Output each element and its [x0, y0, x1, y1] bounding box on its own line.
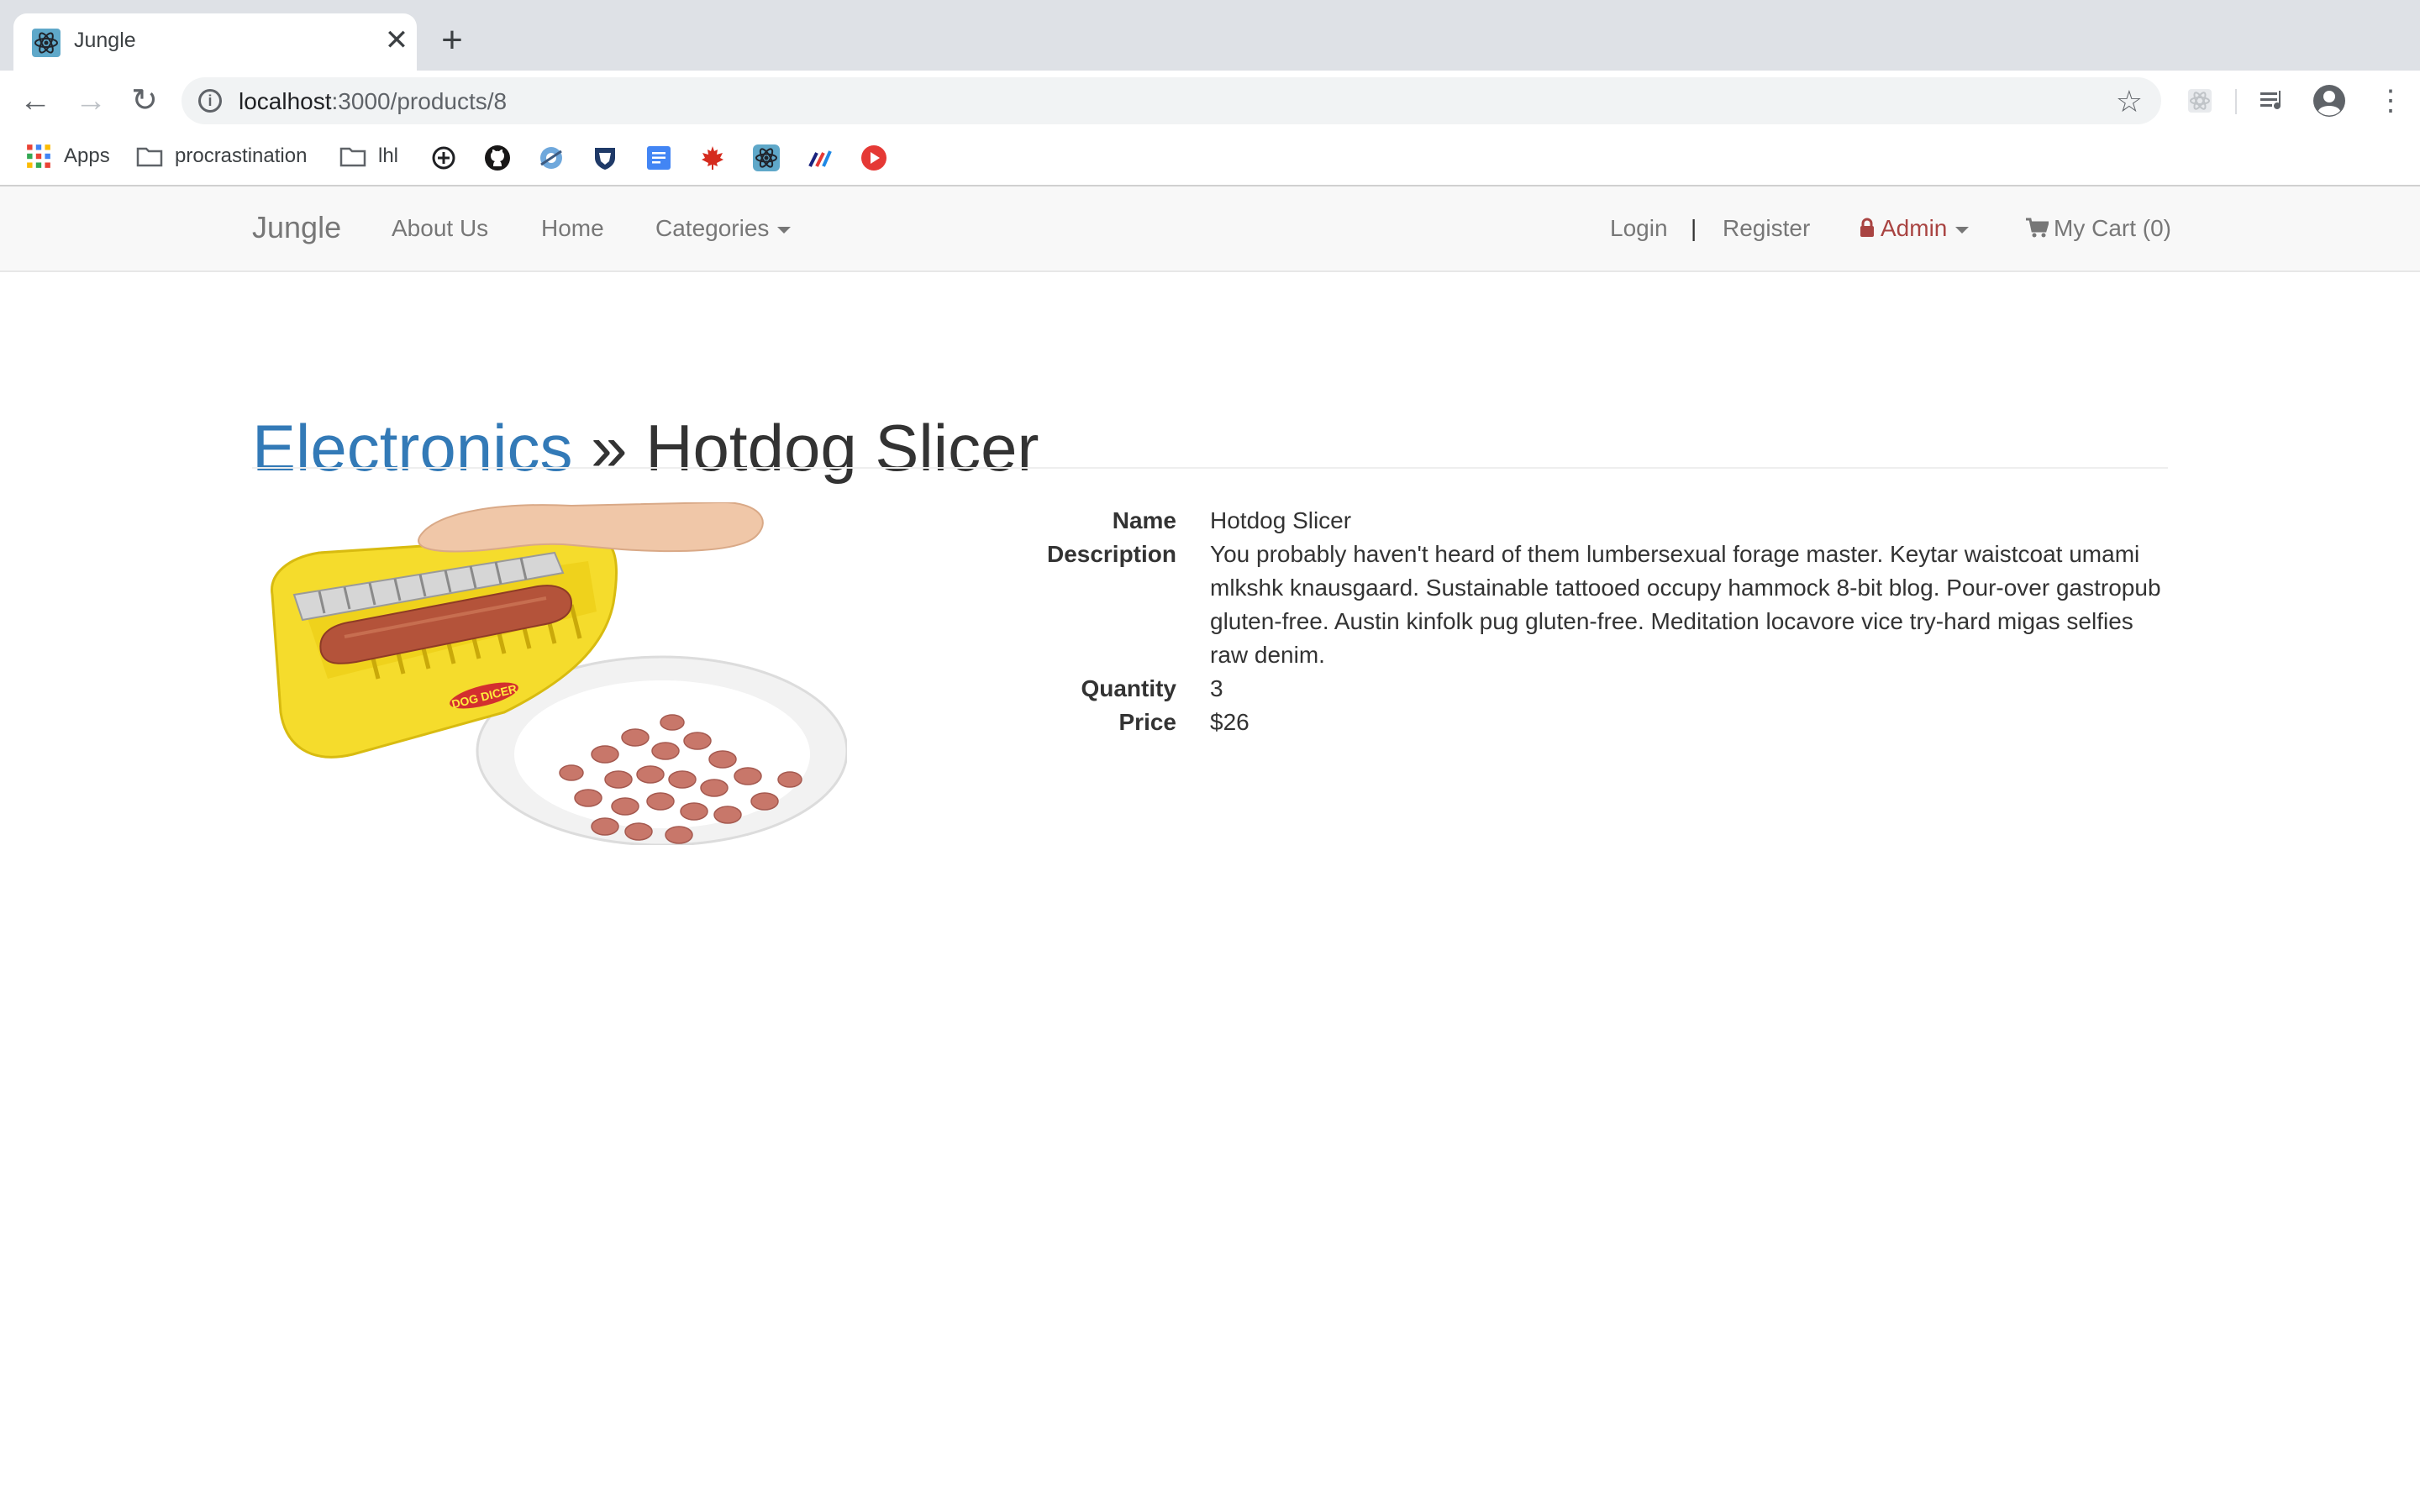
quantity-label: Quantity [1081, 675, 1176, 701]
new-tab-button[interactable]: + [434, 22, 471, 59]
nav-login[interactable]: Login [1610, 215, 1668, 242]
description-value: You probably haven't heard of them lumbe… [1210, 541, 2161, 668]
nav-categories-label: Categories [655, 215, 770, 241]
nav-about-us[interactable]: About Us [392, 215, 488, 242]
bookmark-label: procrastination [175, 144, 308, 167]
media-control-icon[interactable] [2259, 86, 2289, 116]
bookmarks-bar: Apps procrastination lhl [0, 131, 2420, 186]
nav-admin-dropdown[interactable]: Admin [1859, 215, 1970, 242]
maple-leaf-icon[interactable] [699, 144, 726, 171]
tab-strip: Jungle ✕ + [0, 0, 2420, 71]
product-title: Hotdog Slicer [645, 411, 1039, 486]
product-image: DOG DICER [252, 502, 847, 845]
folder-icon [339, 147, 366, 167]
profile-avatar-icon[interactable] [2312, 84, 2346, 118]
blue-gear-icon[interactable] [538, 144, 565, 171]
nav-register[interactable]: Register [1723, 215, 1810, 242]
nav-cart-label: My Cart (0) [2054, 215, 2171, 241]
tab-title: Jungle [74, 29, 136, 52]
detail-row-quantity: Quantity 3 [992, 672, 2168, 706]
react-icon[interactable] [753, 144, 780, 171]
browser-menu-icon[interactable]: ⋮ [2376, 82, 2405, 119]
red-play-icon[interactable] [860, 144, 887, 171]
nav-home[interactable]: Home [541, 215, 604, 242]
site-navbar: Jungle About Us Home Categories Login | … [0, 186, 2420, 272]
browser-toolbar: ← → ↻ i localhost:3000/products/8 ☆ ⋮ [0, 71, 2420, 131]
bookmark-star-icon[interactable]: ☆ [2116, 84, 2143, 119]
price-label: Price [1118, 709, 1177, 735]
bookmark-label: Apps [64, 144, 110, 167]
browser-tab-jungle[interactable]: Jungle ✕ [13, 13, 417, 71]
extension-icon[interactable] [2186, 87, 2213, 114]
brand-link[interactable]: Jungle [252, 210, 341, 245]
nav-my-cart[interactable]: My Cart (0) [2025, 215, 2171, 242]
page-title: Electronics » Hotdog Slicer [252, 410, 1039, 486]
nav-separator: | [1691, 215, 1697, 241]
address-bar[interactable]: i localhost:3000/products/8 ☆ [182, 77, 2161, 124]
detail-row-description: Description You probably haven't heard o… [992, 538, 2168, 672]
nav-categories-dropdown[interactable]: Categories [655, 215, 792, 242]
lock-icon [1860, 218, 1874, 237]
bookmark-folder-procrastination[interactable]: procrastination [136, 143, 307, 170]
apps-grid-icon [27, 144, 50, 168]
bookmark-folder-lhl[interactable]: lhl [339, 143, 398, 170]
reload-icon[interactable]: ↻ [126, 82, 163, 119]
name-label: Name [1112, 507, 1176, 533]
url-host: localhost [239, 88, 332, 114]
site-info-icon[interactable]: i [198, 89, 222, 113]
target-icon[interactable] [430, 144, 457, 171]
cart-icon [2026, 218, 2050, 238]
bookmark-label: lhl [378, 144, 399, 167]
forward-icon[interactable]: → [72, 82, 109, 119]
url-text[interactable]: localhost:3000/products/8 [239, 88, 507, 115]
react-favicon-icon [32, 29, 60, 57]
product-details: Name Hotdog Slicer Description You proba… [992, 504, 2168, 739]
folder-icon [136, 147, 163, 167]
github-icon[interactable] [484, 144, 511, 171]
url-path: :3000/products/8 [331, 88, 508, 114]
detail-row-name: Name Hotdog Slicer [992, 504, 2168, 538]
name-value: Hotdog Slicer [1210, 507, 1352, 533]
quantity-value: 3 [1210, 675, 1223, 701]
close-tab-icon[interactable]: ✕ [380, 24, 413, 57]
shield-icon[interactable] [592, 144, 618, 171]
detail-row-price: Price $26 [992, 706, 2168, 739]
breadcrumb-separator: » [591, 411, 628, 486]
caret-down-icon [777, 226, 792, 234]
toolbar-divider [2235, 89, 2237, 114]
caret-down-icon [1955, 226, 1970, 234]
nav-admin-label: Admin [1881, 215, 1948, 241]
category-breadcrumb-link[interactable]: Electronics [252, 411, 572, 485]
back-icon[interactable]: ← [17, 82, 54, 119]
analytics-icon[interactable] [807, 144, 834, 171]
title-divider [252, 467, 2168, 469]
google-docs-icon[interactable] [645, 144, 672, 171]
price-value: $26 [1210, 709, 1249, 735]
bookmark-apps[interactable]: Apps [25, 143, 110, 170]
description-label: Description [1046, 541, 1176, 567]
